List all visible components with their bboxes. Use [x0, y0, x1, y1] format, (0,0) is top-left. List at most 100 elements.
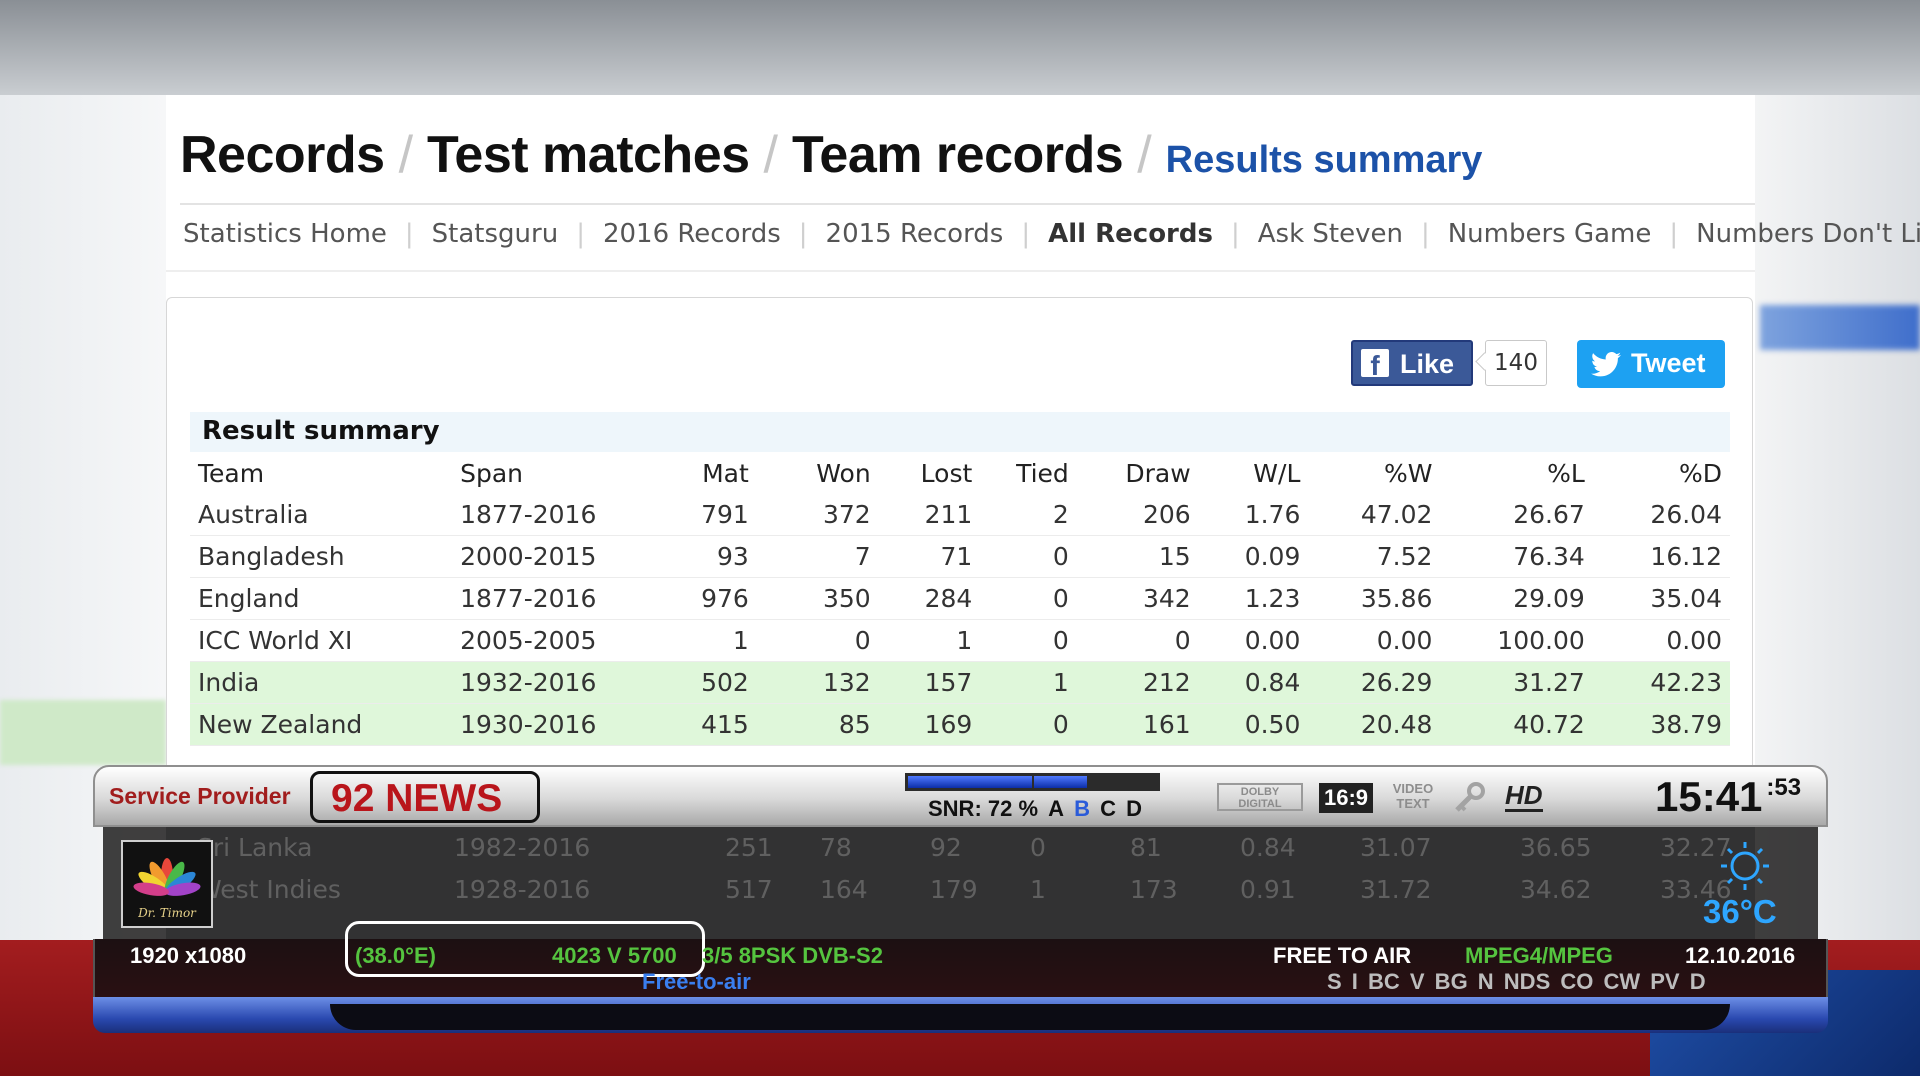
results-table: Team Span Mat Won Lost Tied Draw W/L %W … [190, 453, 1730, 746]
result-summary-heading: Result summary [202, 416, 440, 446]
table-cell: 26.04 [1592, 494, 1730, 536]
column-header[interactable]: %W [1308, 453, 1440, 494]
obscured-table-cell: 31.72 [1360, 875, 1432, 904]
breadcrumb-team-records[interactable]: Team records [792, 126, 1124, 184]
table-cell: 26.29 [1308, 661, 1441, 704]
obscured-table-cell: 0.84 [1240, 833, 1296, 862]
table-cell: 7.52 [1308, 535, 1441, 578]
obscured-table-cell: 0 [1030, 833, 1046, 862]
table-cell: 35.04 [1592, 577, 1730, 620]
facebook-like-button[interactable]: f Like [1351, 340, 1473, 386]
receiver-tuning-bar: 1920 x1080 (38.0°E) 4023 V 5700 3/5 8PSK… [93, 921, 1828, 997]
breadcrumb-test-matches[interactable]: Test matches [427, 126, 750, 184]
subnav-numbers-game[interactable]: Numbers Game [1448, 219, 1652, 249]
table-cell: 1.23 [1198, 577, 1309, 620]
tweet-button[interactable]: Tweet [1577, 340, 1725, 388]
obscured-table-cell: 1928-2016 [454, 875, 591, 904]
obscured-table-cell: 92 [930, 833, 962, 862]
receiver-bar-base-shadow [330, 1004, 1730, 1030]
obscured-table-cell: 78 [820, 833, 852, 862]
table-cell: 100.00 [1440, 619, 1593, 662]
breadcrumb-separator: / [398, 126, 414, 184]
column-header[interactable]: Draw [1077, 453, 1199, 494]
column-header[interactable]: %D [1593, 453, 1730, 494]
team-name-cell[interactable]: ICC World XI [190, 619, 453, 662]
table-cell: 31.27 [1440, 661, 1593, 704]
table-cell: 85 [756, 703, 879, 746]
sun-weather-icon [1721, 842, 1769, 890]
table-cell: 0.00 [1308, 619, 1441, 662]
column-header[interactable]: Span [452, 453, 635, 494]
subnav-separator: | [1230, 219, 1240, 249]
breadcrumb-records[interactable]: Records [180, 126, 385, 184]
blurred-background-top [0, 0, 1920, 95]
subnav-separator: | [1669, 219, 1679, 249]
clock-seconds: :53 [1766, 774, 1802, 801]
conditional-access-systems: S I BC V BG N NDS CO CW PV D [1327, 969, 1706, 994]
subnav-all-records[interactable]: All Records [1048, 219, 1213, 249]
subnav-ask-steven[interactable]: Ask Steven [1258, 219, 1403, 249]
team-name-cell[interactable]: India [190, 661, 453, 704]
column-header[interactable]: Won [757, 453, 879, 494]
table-cell: 0.84 [1198, 661, 1309, 704]
tuner-a-indicator: A [1048, 796, 1065, 821]
free-to-air-status: FREE TO AIR [1273, 943, 1412, 968]
table-cell: 372 [756, 494, 879, 536]
free-to-air-label: Free-to-air [642, 969, 751, 994]
hd-icon: HD [1505, 780, 1543, 812]
subnav-statsguru[interactable]: Statsguru [432, 219, 559, 249]
tuner-c-indicator: C [1094, 796, 1117, 821]
column-header[interactable]: W/L [1199, 453, 1309, 494]
snr-value: SNR: 72 % [928, 796, 1039, 821]
table-cell: 157 [878, 661, 981, 704]
team-name-cell[interactable]: Bangladesh [190, 535, 453, 578]
table-cell: 132 [756, 661, 879, 704]
snr-readout: SNR: 72 % A B C D [928, 796, 1142, 822]
subnav-2016-records[interactable]: 2016 Records [603, 219, 781, 249]
table-cell: 206 [1076, 494, 1199, 536]
breadcrumb: Records / Test matches / Team records / Result… [180, 125, 1482, 185]
table-cell: 415 [634, 703, 757, 746]
team-name-cell[interactable]: New Zealand [190, 703, 453, 746]
obscured-table-cell: 1 [1030, 875, 1046, 904]
page-title: Results summary [1165, 139, 1483, 181]
receiver-info-bar: Service Provider 92 NEWS SNR: 72 % A B C… [93, 765, 1828, 827]
column-header[interactable]: Tied [980, 453, 1077, 494]
facebook-like-label: Like [1400, 349, 1455, 379]
table-cell: 211 [878, 494, 981, 536]
table-cell: 1.76 [1198, 494, 1309, 536]
subnav-divider [166, 270, 1755, 272]
table-cell: 0 [980, 577, 1077, 620]
column-header[interactable]: Lost [879, 453, 981, 494]
table-cell: 40.72 [1440, 703, 1593, 746]
table-cell: 47.02 [1308, 494, 1441, 536]
subnav-statistics-home[interactable]: Statistics Home [183, 219, 387, 249]
table-cell: 0 [756, 619, 879, 662]
column-header[interactable]: Mat [635, 453, 757, 494]
subnav-separator: | [404, 219, 414, 249]
table-cell: 7 [756, 535, 879, 578]
table-cell: 342 [1076, 577, 1199, 620]
aspect-ratio-icon: 16:9 [1319, 783, 1373, 813]
column-header[interactable]: Team [190, 453, 452, 494]
table-cell: 284 [878, 577, 981, 620]
obscured-table-cell: 517 [725, 875, 773, 904]
subnav-2015-records[interactable]: 2015 Records [826, 219, 1004, 249]
subnav-separator: | [576, 219, 585, 249]
team-name-cell[interactable]: Australia [190, 494, 453, 536]
table-cell: 0 [980, 535, 1077, 578]
table-cell: 1877-2016 [452, 494, 635, 536]
lotus-logo-icon [133, 858, 201, 896]
twitter-bird-icon [1591, 352, 1621, 377]
modulation: 3/5 8PSK DVB-S2 [702, 943, 883, 968]
table-cell: 350 [756, 577, 879, 620]
date: 12.10.2016 [1685, 943, 1796, 968]
subnav-numbers-dont-lie[interactable]: Numbers Don't Li [1696, 219, 1920, 249]
team-name-cell[interactable]: England [190, 577, 453, 620]
satellite-position: (38.0°E) [355, 943, 436, 968]
blurred-background-left-highlight [0, 700, 166, 765]
table-cell: 71 [878, 535, 981, 578]
table-cell: 0.09 [1198, 535, 1309, 578]
column-header[interactable]: %L [1440, 453, 1592, 494]
teletext-icon: VIDEO TEXT [1392, 781, 1434, 811]
